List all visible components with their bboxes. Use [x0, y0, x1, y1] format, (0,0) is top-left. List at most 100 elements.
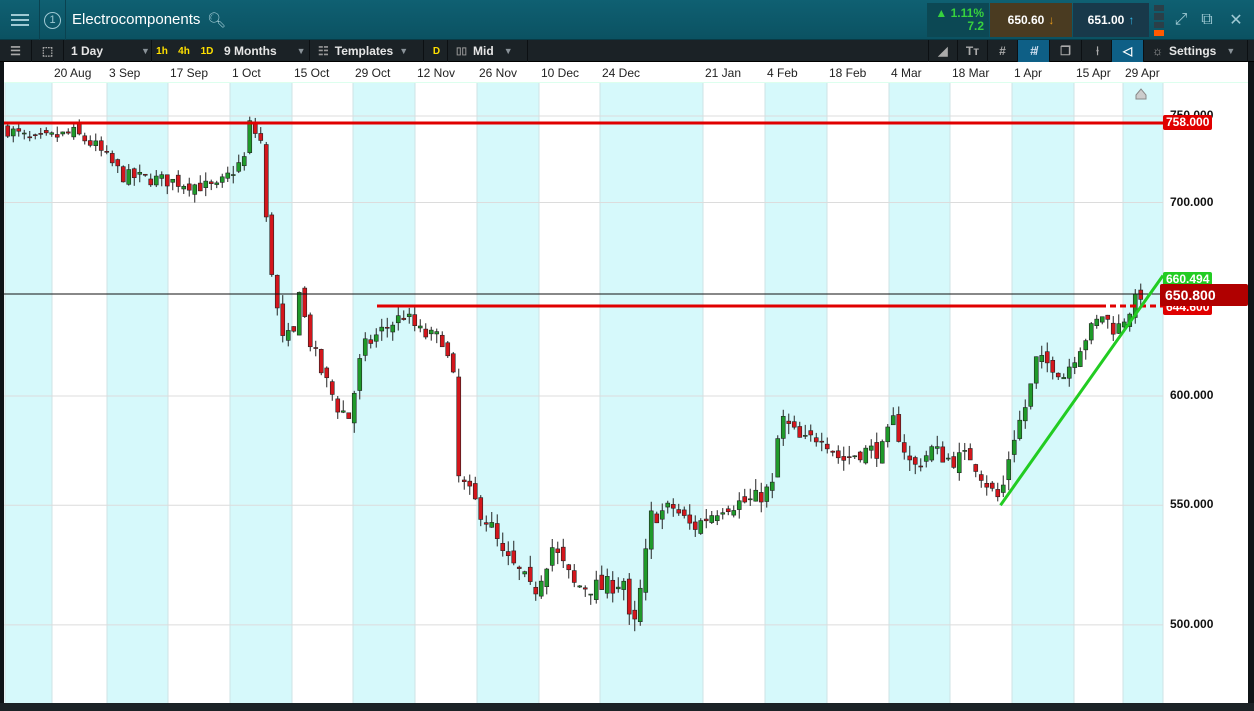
- candle-down: [907, 455, 913, 461]
- candle-up: [637, 587, 643, 623]
- candle-up: [863, 447, 869, 464]
- candle-down: [786, 420, 792, 424]
- candle-up: [879, 441, 885, 464]
- candle-up: [93, 140, 99, 146]
- axis-label: 500.000: [1170, 616, 1214, 631]
- candle-down: [483, 522, 489, 525]
- crosshair-icon[interactable]: ⍿: [1084, 40, 1112, 62]
- candle-up: [709, 515, 715, 523]
- sell-button[interactable]: 650.60 ↓: [990, 3, 1072, 37]
- interval-1d[interactable]: 1D: [198, 40, 216, 62]
- date-label: 12 Nov: [417, 66, 456, 80]
- buy-button[interactable]: 651.00 ↑: [1073, 3, 1149, 37]
- candle-down: [1055, 372, 1061, 378]
- candle-down: [32, 134, 38, 136]
- down-arrow-icon: ↓: [1048, 13, 1055, 27]
- buy-price: 651.00: [1087, 13, 1125, 27]
- grid-icon[interactable]: #: [988, 40, 1018, 62]
- price-label-icon[interactable]: ◁: [1112, 40, 1144, 62]
- text-size-icon[interactable]: Tт: [958, 40, 988, 62]
- candle-up: [373, 334, 379, 342]
- date-label: 29 Oct: [355, 66, 391, 80]
- candle-down: [186, 183, 192, 191]
- search-icon[interactable]: 🔍︎: [207, 11, 226, 29]
- candle-up: [714, 515, 720, 522]
- candle-down: [989, 482, 995, 489]
- menu-icon[interactable]: [0, 0, 40, 40]
- candle-up: [753, 489, 759, 502]
- candle-down: [797, 426, 803, 438]
- interval-select[interactable]: 1 Day ▼: [64, 40, 152, 62]
- candle-down: [43, 130, 49, 134]
- date-label: 24 Dec: [602, 66, 641, 80]
- candle-down: [65, 131, 71, 134]
- templates-button[interactable]: ☷ Templates ▼: [312, 40, 424, 62]
- candle-up: [923, 455, 929, 462]
- candle-down: [142, 173, 148, 176]
- candle-down: [973, 464, 979, 472]
- instrument-title[interactable]: Electrocomponents: [72, 11, 200, 28]
- layout-icon[interactable]: ⬚: [32, 40, 64, 62]
- templates-icon: ☷: [318, 44, 329, 58]
- candle-down: [896, 414, 902, 442]
- candle-down: [857, 451, 863, 461]
- candle-down: [505, 551, 511, 557]
- range-select[interactable]: 9 Months ▼: [222, 40, 310, 62]
- candle-down: [599, 574, 605, 590]
- candle-down: [197, 182, 203, 192]
- candle-down: [500, 543, 506, 551]
- candle-down: [445, 342, 451, 357]
- up-arrow-icon: ↑: [1128, 13, 1135, 27]
- resistance-badge: 758.000: [1163, 115, 1213, 130]
- candle-down: [412, 314, 418, 326]
- axis-label: 700.000: [1170, 194, 1214, 209]
- candle-up: [1061, 377, 1067, 380]
- candle-up: [203, 180, 209, 188]
- candle-down: [494, 523, 500, 539]
- candle-up: [780, 415, 786, 439]
- interval-4h[interactable]: 4h: [175, 40, 193, 62]
- candle-up: [698, 520, 704, 534]
- settings-button[interactable]: ☼ Settings ▼: [1146, 40, 1248, 62]
- candle-up: [296, 292, 302, 336]
- candle-up: [1028, 383, 1034, 407]
- panel-number-icon[interactable]: 1: [40, 0, 66, 40]
- candle-down: [808, 430, 814, 436]
- candle-down: [670, 504, 676, 509]
- list-icon[interactable]: ☰: [0, 40, 32, 62]
- candles-icon: ▯▯: [456, 45, 468, 57]
- time-band: [1123, 83, 1163, 703]
- date-axis: 20 Aug 3 Sep 17 Sep 1 Oct 15 Oct 29 Oct 12 Nov…: [4, 62, 1248, 83]
- price-type-select[interactable]: ▯▯ Mid ▼: [450, 40, 528, 62]
- candle-up: [230, 174, 236, 176]
- candle-down: [423, 328, 429, 338]
- expand-icon[interactable]: ⤢: [1168, 0, 1194, 40]
- candle-down: [346, 412, 352, 419]
- candle-down: [461, 479, 467, 482]
- candle-up: [549, 547, 555, 566]
- snap-grid-icon[interactable]: #̸: [1018, 40, 1050, 62]
- candle-down: [819, 440, 825, 443]
- candle-up: [731, 510, 737, 516]
- drawing-icon[interactable]: ◢: [928, 40, 958, 62]
- interval-1h[interactable]: 1h: [154, 40, 170, 62]
- layers-icon[interactable]: ❐: [1050, 40, 1082, 62]
- candle-up: [852, 455, 858, 458]
- d-button[interactable]: D: [426, 40, 448, 62]
- candle-down: [874, 442, 880, 459]
- candle-down: [566, 564, 572, 571]
- candle-up: [615, 586, 621, 590]
- bottom-border: [0, 703, 1254, 711]
- popout-icon[interactable]: ⧉: [1194, 0, 1220, 40]
- candle-down: [318, 349, 324, 374]
- candle-down: [1105, 314, 1111, 320]
- price-chart[interactable]: [4, 83, 1248, 703]
- time-band: [230, 83, 292, 703]
- candle-down: [516, 566, 522, 569]
- candle-down: [54, 134, 60, 138]
- candle-up: [890, 415, 896, 426]
- candle-up: [236, 162, 242, 172]
- date-label: 17 Sep: [170, 66, 209, 80]
- candle-up: [21, 132, 27, 135]
- close-icon[interactable]: ✕: [1222, 0, 1250, 40]
